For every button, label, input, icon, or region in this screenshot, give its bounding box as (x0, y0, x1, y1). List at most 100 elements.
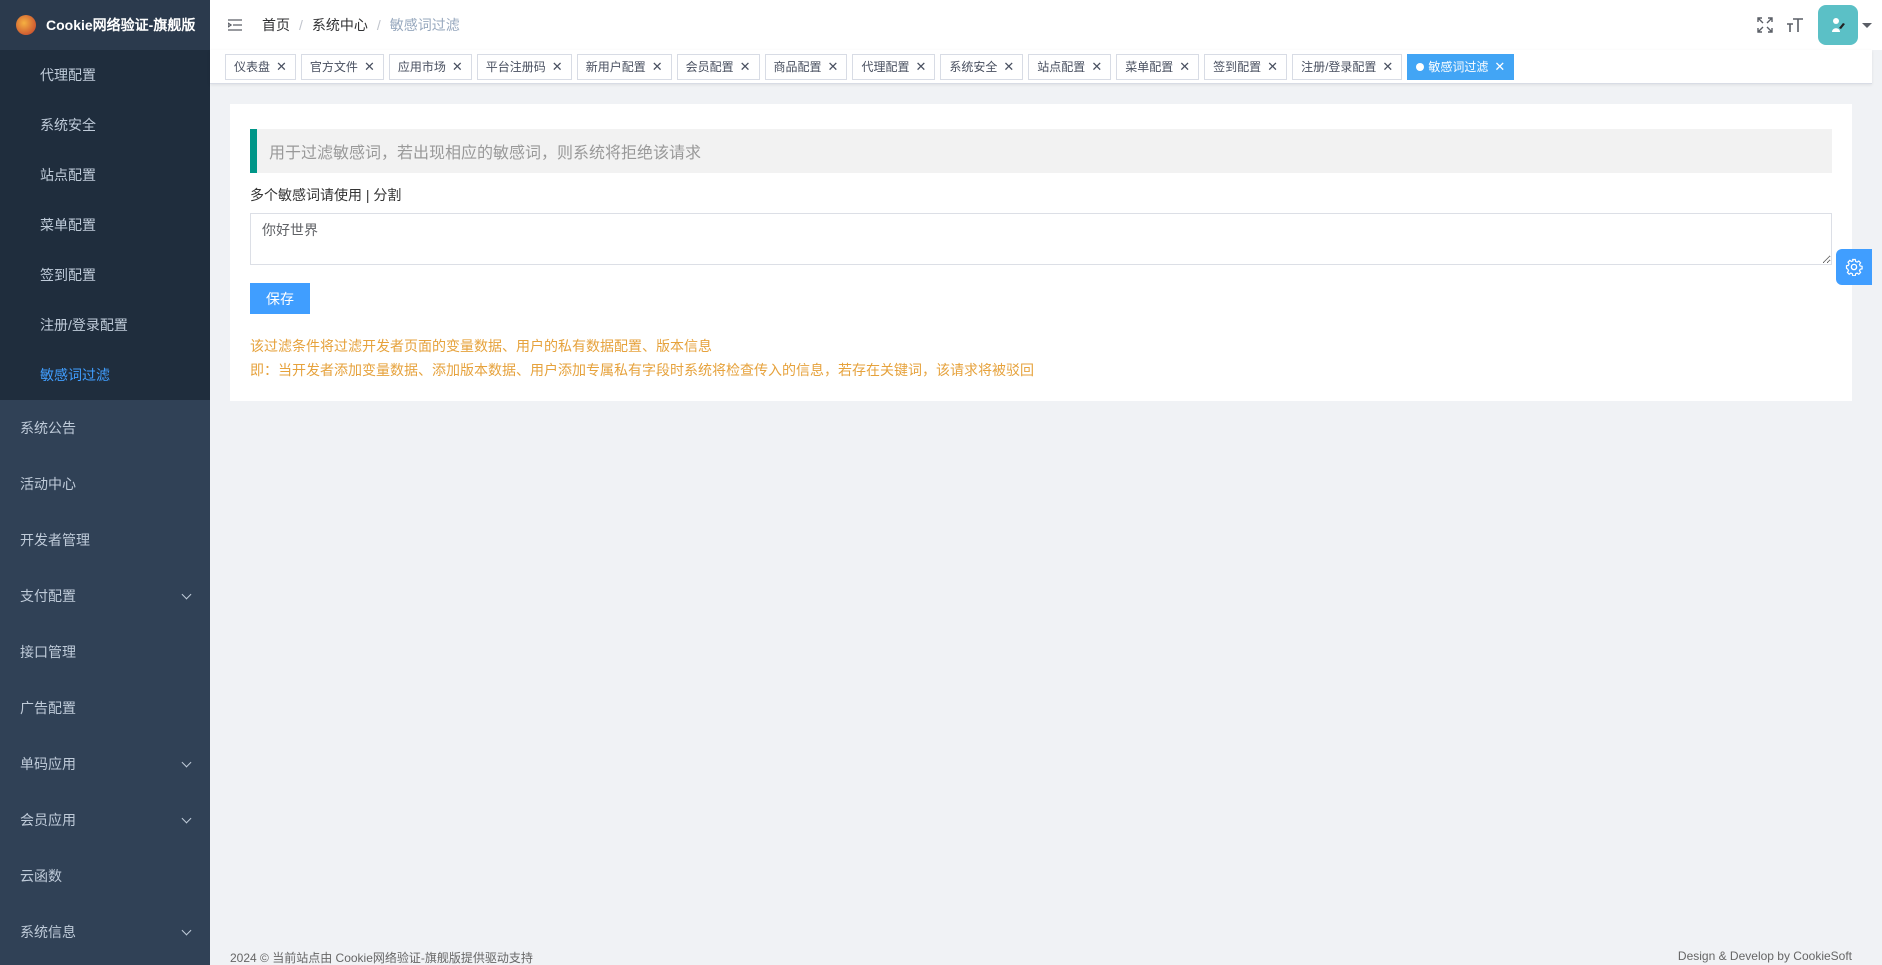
tag-label: 应用市场 (397, 59, 446, 74)
tag-item[interactable]: 平台注册码 ✕ (476, 53, 572, 80)
sidebar-item[interactable]: 系统公告 (0, 400, 210, 456)
sidebar-subitem[interactable]: 系统安全 (0, 100, 210, 150)
sidebar-subitem[interactable]: 签到配置 (0, 250, 210, 300)
tags-view: 仪表盘 ✕ 官方文件 ✕ 应用市场 ✕ 平台注册码 ✕ 新用户配置 ✕ 会员配置 ✕ 商品配置 ✕ 代理配置… (210, 50, 1872, 84)
sidebar-item[interactable]: 支付配置 (0, 568, 210, 624)
tag-item[interactable]: 官方文件 ✕ (300, 53, 384, 80)
brand-title: Cookie网络验证-旗舰版 (46, 17, 196, 33)
tag-label: 平台注册码 (485, 59, 546, 74)
sensitive-words-textarea[interactable]: 你好世界 (250, 213, 1832, 265)
separator-hint: 多个敏感词请使用 | 分割 (250, 187, 402, 203)
tag-label: 签到配置 (1213, 59, 1262, 74)
tip-blockquote: 用于过滤敏感词，若出现相应的敏感词，则系统将拒绝该请求 (250, 129, 1832, 173)
sidebar-item[interactable]: 单码应用 (0, 736, 210, 792)
tag-item[interactable]: 系统安全 ✕ (940, 53, 1024, 80)
tag-label: 敏感词过滤 (1428, 59, 1489, 74)
breadcrumb-separator: / (376, 17, 381, 33)
breadcrumb-current: 敏感词过滤 (389, 17, 460, 33)
tag-item[interactable]: 仪表盘 ✕ (225, 53, 296, 80)
footer-credit: Design & Develop by CookieSoft (1677, 949, 1852, 963)
tag-label: 注册/登录配置 (1301, 59, 1377, 74)
sidebar-item[interactable]: 云函数 (0, 848, 210, 904)
tag-label: 站点配置 (1037, 59, 1086, 74)
tag-item[interactable]: 签到配置 ✕ (1204, 53, 1288, 80)
sidebar-subitem[interactable]: 敏感词过滤 (0, 350, 210, 400)
tag-item[interactable]: 应用市场 ✕ (388, 53, 472, 80)
filter-note-detail: 即：当开发者添加变量数据、添加版本数据、用户添加专属私有字段时系统将检查传入的信… (250, 362, 1034, 378)
tag-label: 菜单配置 (1125, 59, 1174, 74)
sidebar-item-label: 支付配置 (20, 588, 76, 604)
avatar[interactable] (1818, 5, 1858, 45)
chevron-down-icon (181, 589, 192, 599)
sidebar-item-label: 系统信息 (20, 924, 76, 940)
close-icon[interactable]: ✕ (652, 60, 663, 73)
tag-item[interactable]: 商品配置 ✕ (764, 53, 848, 80)
sidebar-item-label: 广告配置 (20, 700, 76, 716)
sidebar-menu: 系统公告活动中心开发者管理支付配置接口管理广告配置单码应用会员应用云函数系统信息 (0, 400, 210, 960)
breadcrumb-home[interactable]: 首页 (262, 15, 290, 35)
hamburger-icon[interactable] (224, 14, 246, 36)
tag-item[interactable]: 菜单配置 ✕ (1116, 53, 1200, 80)
close-icon[interactable]: ✕ (1003, 60, 1014, 73)
tag-label: 系统安全 (949, 59, 998, 74)
sidebar-item-label: 接口管理 (20, 644, 76, 660)
tag-label: 新用户配置 (585, 59, 646, 74)
sidebar-subitem[interactable]: 菜单配置 (0, 200, 210, 250)
sidebar-item-label: 活动中心 (20, 476, 76, 492)
logo-icon (16, 15, 36, 35)
sidebar-item[interactable]: 开发者管理 (0, 512, 210, 568)
brand[interactable]: Cookie网络验证-旗舰版 (0, 0, 210, 50)
sidebar-subitem[interactable]: 代理配置 (0, 50, 210, 100)
font-size-icon[interactable] (1780, 10, 1810, 40)
sidebar-item[interactable]: 广告配置 (0, 680, 210, 736)
close-icon[interactable]: ✕ (552, 60, 563, 73)
sidebar-item[interactable]: 接口管理 (0, 624, 210, 680)
save-button[interactable]: 保存 (250, 283, 310, 314)
breadcrumb-separator: / (299, 17, 303, 33)
close-icon[interactable]: ✕ (915, 60, 926, 73)
close-icon[interactable]: ✕ (452, 60, 463, 73)
chevron-down-icon (181, 813, 192, 823)
close-icon[interactable]: ✕ (740, 60, 751, 73)
sidebar-item-label: 云函数 (20, 868, 62, 884)
sidebar-item[interactable]: 活动中心 (0, 456, 210, 512)
footer: 2024 © 当前站点由 Cookie网络验证-旗舰版提供驱动支持 Design… (230, 949, 1852, 965)
close-icon[interactable]: ✕ (1267, 60, 1278, 73)
close-icon[interactable]: ✕ (1091, 60, 1102, 73)
gear-icon[interactable] (1836, 249, 1872, 285)
sidebar-item[interactable]: 会员应用 (0, 792, 210, 848)
close-icon[interactable]: ✕ (364, 60, 375, 73)
close-icon[interactable]: ✕ (276, 60, 287, 73)
tag-item[interactable]: 敏感词过滤 ✕ (1407, 53, 1515, 80)
close-icon[interactable]: ✕ (1179, 60, 1190, 73)
fullscreen-icon[interactable] (1750, 10, 1780, 40)
sidebar-item-label: 单码应用 (20, 756, 76, 772)
submenu-system-center: 代理配置 系统安全 站点配置 菜单配置 签到配置 注册/登录配置 敏感词过滤 (0, 50, 210, 400)
chevron-down-icon[interactable] (1862, 22, 1872, 28)
footer-copyright: 2024 © 当前站点由 Cookie网络验证-旗舰版提供驱动支持 (230, 951, 533, 965)
sensitive-words-card: 用于过滤敏感词，若出现相应的敏感词，则系统将拒绝该请求 多个敏感词请使用 | 分… (230, 104, 1852, 401)
chevron-down-icon (181, 925, 192, 935)
breadcrumb-section[interactable]: 系统中心 (312, 15, 368, 35)
close-icon[interactable]: ✕ (1494, 60, 1505, 73)
sidebar: Cookie网络验证-旗舰版 代理配置 系统安全 站点配置 菜单配置 签到配置 注册/登录… (0, 0, 210, 965)
tag-label: 会员配置 (685, 59, 734, 74)
tag-item[interactable]: 会员配置 ✕ (676, 53, 760, 80)
tag-label: 商品配置 (773, 59, 822, 74)
sidebar-subitem[interactable]: 注册/登录配置 (0, 300, 210, 350)
sidebar-item-label: 会员应用 (20, 812, 76, 828)
tag-item[interactable]: 注册/登录配置 ✕ (1292, 53, 1403, 80)
tag-label: 仪表盘 (234, 59, 271, 74)
tag-item[interactable]: 代理配置 ✕ (852, 53, 936, 80)
tag-label: 官方文件 (309, 59, 358, 74)
sidebar-item-label: 开发者管理 (20, 532, 90, 548)
tag-item[interactable]: 站点配置 ✕ (1028, 53, 1112, 80)
navbar: 首页 / 系统中心 / 敏感词过滤 (210, 0, 1882, 50)
tag-item[interactable]: 新用户配置 ✕ (576, 53, 672, 80)
close-icon[interactable]: ✕ (828, 60, 839, 73)
sidebar-subitem[interactable]: 站点配置 (0, 150, 210, 200)
breadcrumb: 首页 / 系统中心 / 敏感词过滤 (262, 15, 460, 35)
sidebar-item[interactable]: 系统信息 (0, 904, 210, 960)
close-icon[interactable]: ✕ (1382, 60, 1393, 73)
tag-label: 代理配置 (861, 59, 910, 74)
